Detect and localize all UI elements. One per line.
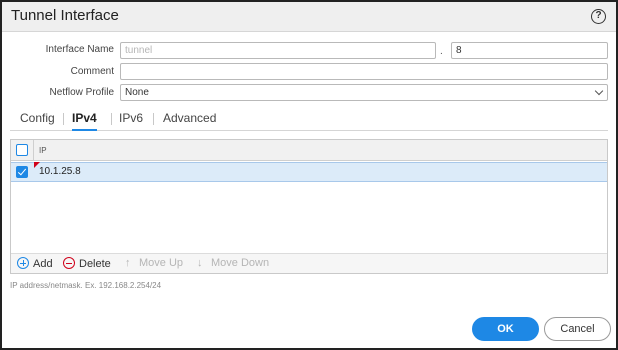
tunnel-interface-dialog: Tunnel Interface ? Interface Name tunnel… (0, 0, 618, 350)
ip-column-header: IP (39, 146, 47, 155)
dialog-titlebar: Tunnel Interface ? (2, 2, 616, 32)
netflow-profile-label: Netflow Profile (49, 87, 114, 98)
grid-toolbar: Add Delete ↑ Move Up ↓ Move Down (11, 253, 607, 273)
delete-icon (63, 257, 75, 269)
add-button[interactable]: Add (17, 257, 53, 270)
chevron-down-icon (594, 86, 604, 96)
move-down-label: Move Down (211, 257, 270, 269)
add-label: Add (33, 258, 53, 270)
delete-button[interactable]: Delete (63, 257, 111, 270)
ip-cell[interactable]: 10.1.25.8 (39, 166, 81, 177)
tab-ipv4[interactable]: IPv4 (72, 111, 97, 131)
netflow-profile-value: None (125, 87, 149, 98)
comment-input[interactable] (120, 63, 608, 80)
ok-button[interactable]: OK (472, 317, 539, 341)
add-icon (17, 257, 29, 269)
tab-ipv6[interactable]: IPv6 (119, 111, 143, 125)
netflow-profile-select[interactable]: None (120, 84, 608, 101)
tab-advanced[interactable]: Advanced (163, 111, 216, 125)
arrow-up-icon: ↑ (125, 257, 131, 269)
interface-suffix-input[interactable]: 8 (451, 42, 608, 59)
cancel-button[interactable]: Cancel (544, 317, 611, 341)
delete-label: Delete (79, 258, 111, 270)
table-row[interactable]: 10.1.25.8 (11, 162, 607, 182)
ip-address-grid: IP 10.1.25.8 Add Delete ↑ Move Up ↓ Move D… (10, 139, 608, 274)
ip-format-hint: IP address/netmask. Ex. 192.168.2.254/24 (10, 281, 162, 290)
interface-name-label: Interface Name (45, 44, 114, 55)
column-divider (33, 140, 34, 161)
help-icon[interactable]: ? (591, 9, 606, 24)
tab-config[interactable]: Config (20, 111, 55, 125)
tab-separator (153, 113, 154, 125)
tab-separator (111, 113, 112, 125)
tab-separator (63, 113, 64, 125)
move-up-label: Move Up (139, 257, 184, 269)
comment-label: Comment (70, 66, 114, 77)
move-down-button[interactable]: ↓ Move Down (197, 257, 269, 269)
grid-header: IP (11, 140, 607, 161)
interface-name-separator: . (440, 46, 443, 57)
row-checkbox[interactable] (16, 166, 28, 178)
interface-name-field: tunnel (120, 42, 436, 59)
arrow-down-icon: ↓ (197, 257, 203, 269)
select-all-checkbox[interactable] (16, 144, 28, 156)
move-up-button[interactable]: ↑ Move Up (125, 257, 183, 269)
tab-bar: Config IPv4 IPv6 Advanced (10, 108, 608, 131)
dialog-title: Tunnel Interface (11, 7, 119, 24)
